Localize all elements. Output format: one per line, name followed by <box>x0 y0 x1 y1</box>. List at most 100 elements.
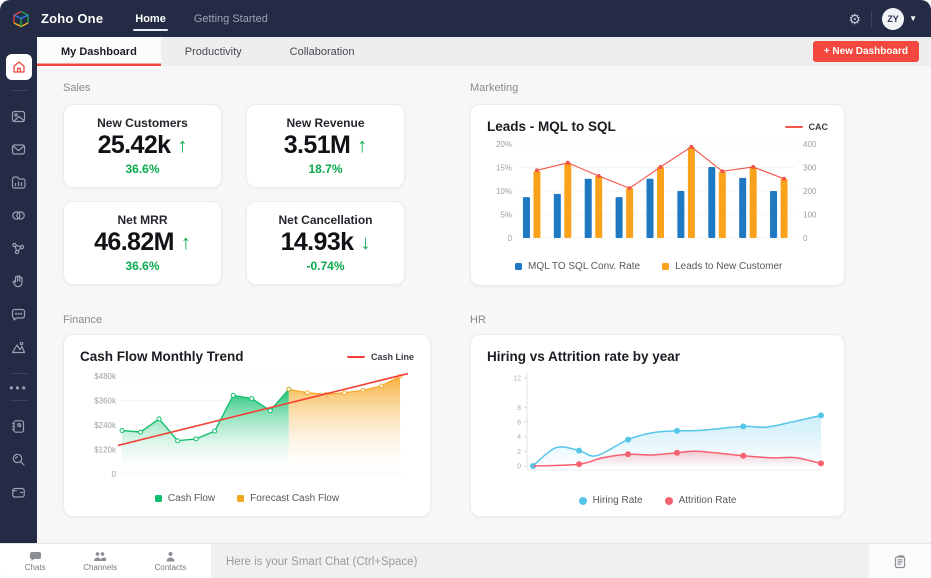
sidebar-item-gestures[interactable] <box>6 269 32 293</box>
svg-text:0: 0 <box>508 234 513 243</box>
new-dashboard-button[interactable]: + New Dashboard <box>812 41 919 62</box>
kpi-card-new-customers[interactable]: New Customers 25.42k ↑ 36.6% <box>63 104 222 188</box>
section-title-marketing: Marketing <box>470 82 519 94</box>
svg-text:300: 300 <box>803 164 817 173</box>
share-network-icon <box>12 242 25 254</box>
bottom-tab-contacts[interactable]: Contacts <box>155 551 186 572</box>
top-nav: Home Getting Started <box>133 0 268 37</box>
bottom-tab-channels[interactable]: Channels <box>83 551 117 572</box>
smart-chat-input[interactable] <box>211 543 869 578</box>
hand-gesture-icon <box>12 274 23 287</box>
kpi-value: 46.82M <box>94 228 174 256</box>
sidebar-item-notebook[interactable] <box>6 414 32 438</box>
wallet-icon <box>12 487 25 498</box>
pink-dot-swatch <box>664 496 673 505</box>
contacts-icon <box>166 552 175 562</box>
marketing-legend: MQL TO SQL Conv. Rate Leads to New Custo… <box>487 261 828 272</box>
finance-chart-card[interactable]: Cash Flow Monthly Trend Cash Line $480k $… <box>63 334 431 517</box>
dashboard-main: Sales New Customers 25.42k ↑ 36.6% New Re… <box>37 66 931 543</box>
svg-text:2: 2 <box>517 449 521 456</box>
kpi-delta: -0.74% <box>306 259 345 273</box>
blue-swatch <box>515 263 522 270</box>
svg-text:10%: 10% <box>496 187 512 196</box>
sidebar-item-search[interactable] <box>6 447 32 471</box>
nav-item-getting-started[interactable]: Getting Started <box>194 0 268 37</box>
avatar[interactable]: ZY <box>882 7 905 30</box>
sidebar-more-dots[interactable]: ••• <box>9 382 28 394</box>
tab-collaboration[interactable]: Collaboration <box>266 37 379 66</box>
kpi-card-net-mrr[interactable]: Net MRR 46.82M ↑ 36.6% <box>63 201 222 285</box>
svg-text:100: 100 <box>803 211 817 220</box>
clipboard-icon <box>894 554 906 568</box>
sidebar-item-share[interactable] <box>6 236 32 260</box>
kpi-card-net-cancellation[interactable]: Net Cancellation 14.93k ↓ -0.74% <box>246 201 405 285</box>
top-navbar: Zoho One Home Getting Started ⚙ ZY ▼ <box>0 0 931 37</box>
section-title-hr: HR <box>470 314 486 326</box>
svg-text:8: 8 <box>517 405 521 412</box>
svg-text:20%: 20% <box>496 140 512 149</box>
sidebar-item-analytics[interactable] <box>6 335 32 359</box>
sidebar-item-links[interactable] <box>6 203 32 227</box>
svg-text:400: 400 <box>803 140 817 149</box>
arrow-up-icon: ↑ <box>180 231 191 254</box>
nav-item-home[interactable]: Home <box>133 0 168 37</box>
hr-legend: Hiring Rate Attrition Rate <box>487 495 828 506</box>
smart-chat-input-wrap <box>211 543 869 578</box>
chart-title: Hiring vs Attrition rate by year <box>487 349 681 364</box>
sidebar-divider <box>9 373 28 374</box>
svg-text:200: 200 <box>803 187 817 196</box>
legend-cac: CAC <box>784 122 828 132</box>
cash-line-swatch <box>346 355 365 358</box>
kpi-value: 3.51M <box>283 131 351 159</box>
kpi-value: 14.93k <box>280 228 354 256</box>
rings-icon <box>12 210 25 220</box>
hr-chart-card[interactable]: Hiring vs Attrition rate by year 12 8 6 4 2 0… <box>470 334 845 517</box>
cac-line-swatch <box>784 125 803 128</box>
sidebar-item-reports[interactable] <box>6 170 32 194</box>
svg-text:12: 12 <box>513 376 521 383</box>
bottom-tab-chats[interactable]: Chats <box>25 551 46 572</box>
kpi-delta: 36.6% <box>125 259 160 273</box>
chat-tabs: Chats Channels Contacts <box>0 544 211 578</box>
kpi-card-new-revenue[interactable]: New Revenue 3.51M ↑ 18.7% <box>246 104 405 188</box>
legend-cash-line: Cash Line <box>346 352 414 362</box>
section-title-finance: Finance <box>63 314 103 326</box>
topbar-right: ⚙ ZY ▼ <box>849 7 917 30</box>
marketing-chart-card[interactable]: Leads - MQL to SQL CAC 20% 400 15% 300 10% 20… <box>470 104 845 286</box>
notebook-icon <box>12 419 25 433</box>
chat-bubble-icon <box>11 308 26 321</box>
sidebar-item-gallery[interactable] <box>6 104 32 128</box>
chats-icon <box>29 552 41 561</box>
chart-title: Cash Flow Monthly Trend <box>80 349 244 364</box>
search-icon <box>12 453 25 466</box>
sidebar-item-wallet[interactable] <box>6 480 32 504</box>
svg-text:0: 0 <box>112 470 117 479</box>
sidebar-item-chat[interactable] <box>6 302 32 326</box>
svg-text:$240k: $240k <box>94 421 117 430</box>
svg-text:5%: 5% <box>500 211 512 220</box>
sidebar-item-mail[interactable] <box>6 137 32 161</box>
zoho-logo[interactable] <box>11 9 31 29</box>
svg-text:0: 0 <box>803 234 808 243</box>
kpi-delta: 18.7% <box>308 162 343 176</box>
tab-my-dashboard[interactable]: My Dashboard <box>37 37 161 66</box>
marketing-combo-chart: 20% 400 15% 300 10% 200 5% 100 0 0 <box>496 140 817 243</box>
sidebar-divider <box>9 90 28 91</box>
settings-gear-icon[interactable]: ⚙ <box>849 12 862 26</box>
green-swatch <box>154 495 162 502</box>
finance-legend: Cash Flow Forecast Cash Flow <box>80 493 414 504</box>
gallery-icon <box>11 110 26 122</box>
svg-text:0: 0 <box>517 464 521 471</box>
smart-chat-bar: Chats Channels Contacts <box>0 543 931 578</box>
sidebar-divider <box>9 400 28 401</box>
sidebar-item-home[interactable] <box>5 54 32 80</box>
yellow-swatch <box>662 263 670 270</box>
mail-icon <box>11 143 26 155</box>
arrow-down-icon: ↓ <box>360 231 371 254</box>
tab-productivity[interactable]: Productivity <box>161 37 266 66</box>
arrow-up-icon: ↑ <box>357 134 368 157</box>
chat-clipboard-button[interactable] <box>869 544 931 578</box>
user-menu[interactable]: ZY ▼ <box>882 7 917 30</box>
section-title-sales: Sales <box>63 82 91 94</box>
brand-title: Zoho One <box>41 11 104 26</box>
